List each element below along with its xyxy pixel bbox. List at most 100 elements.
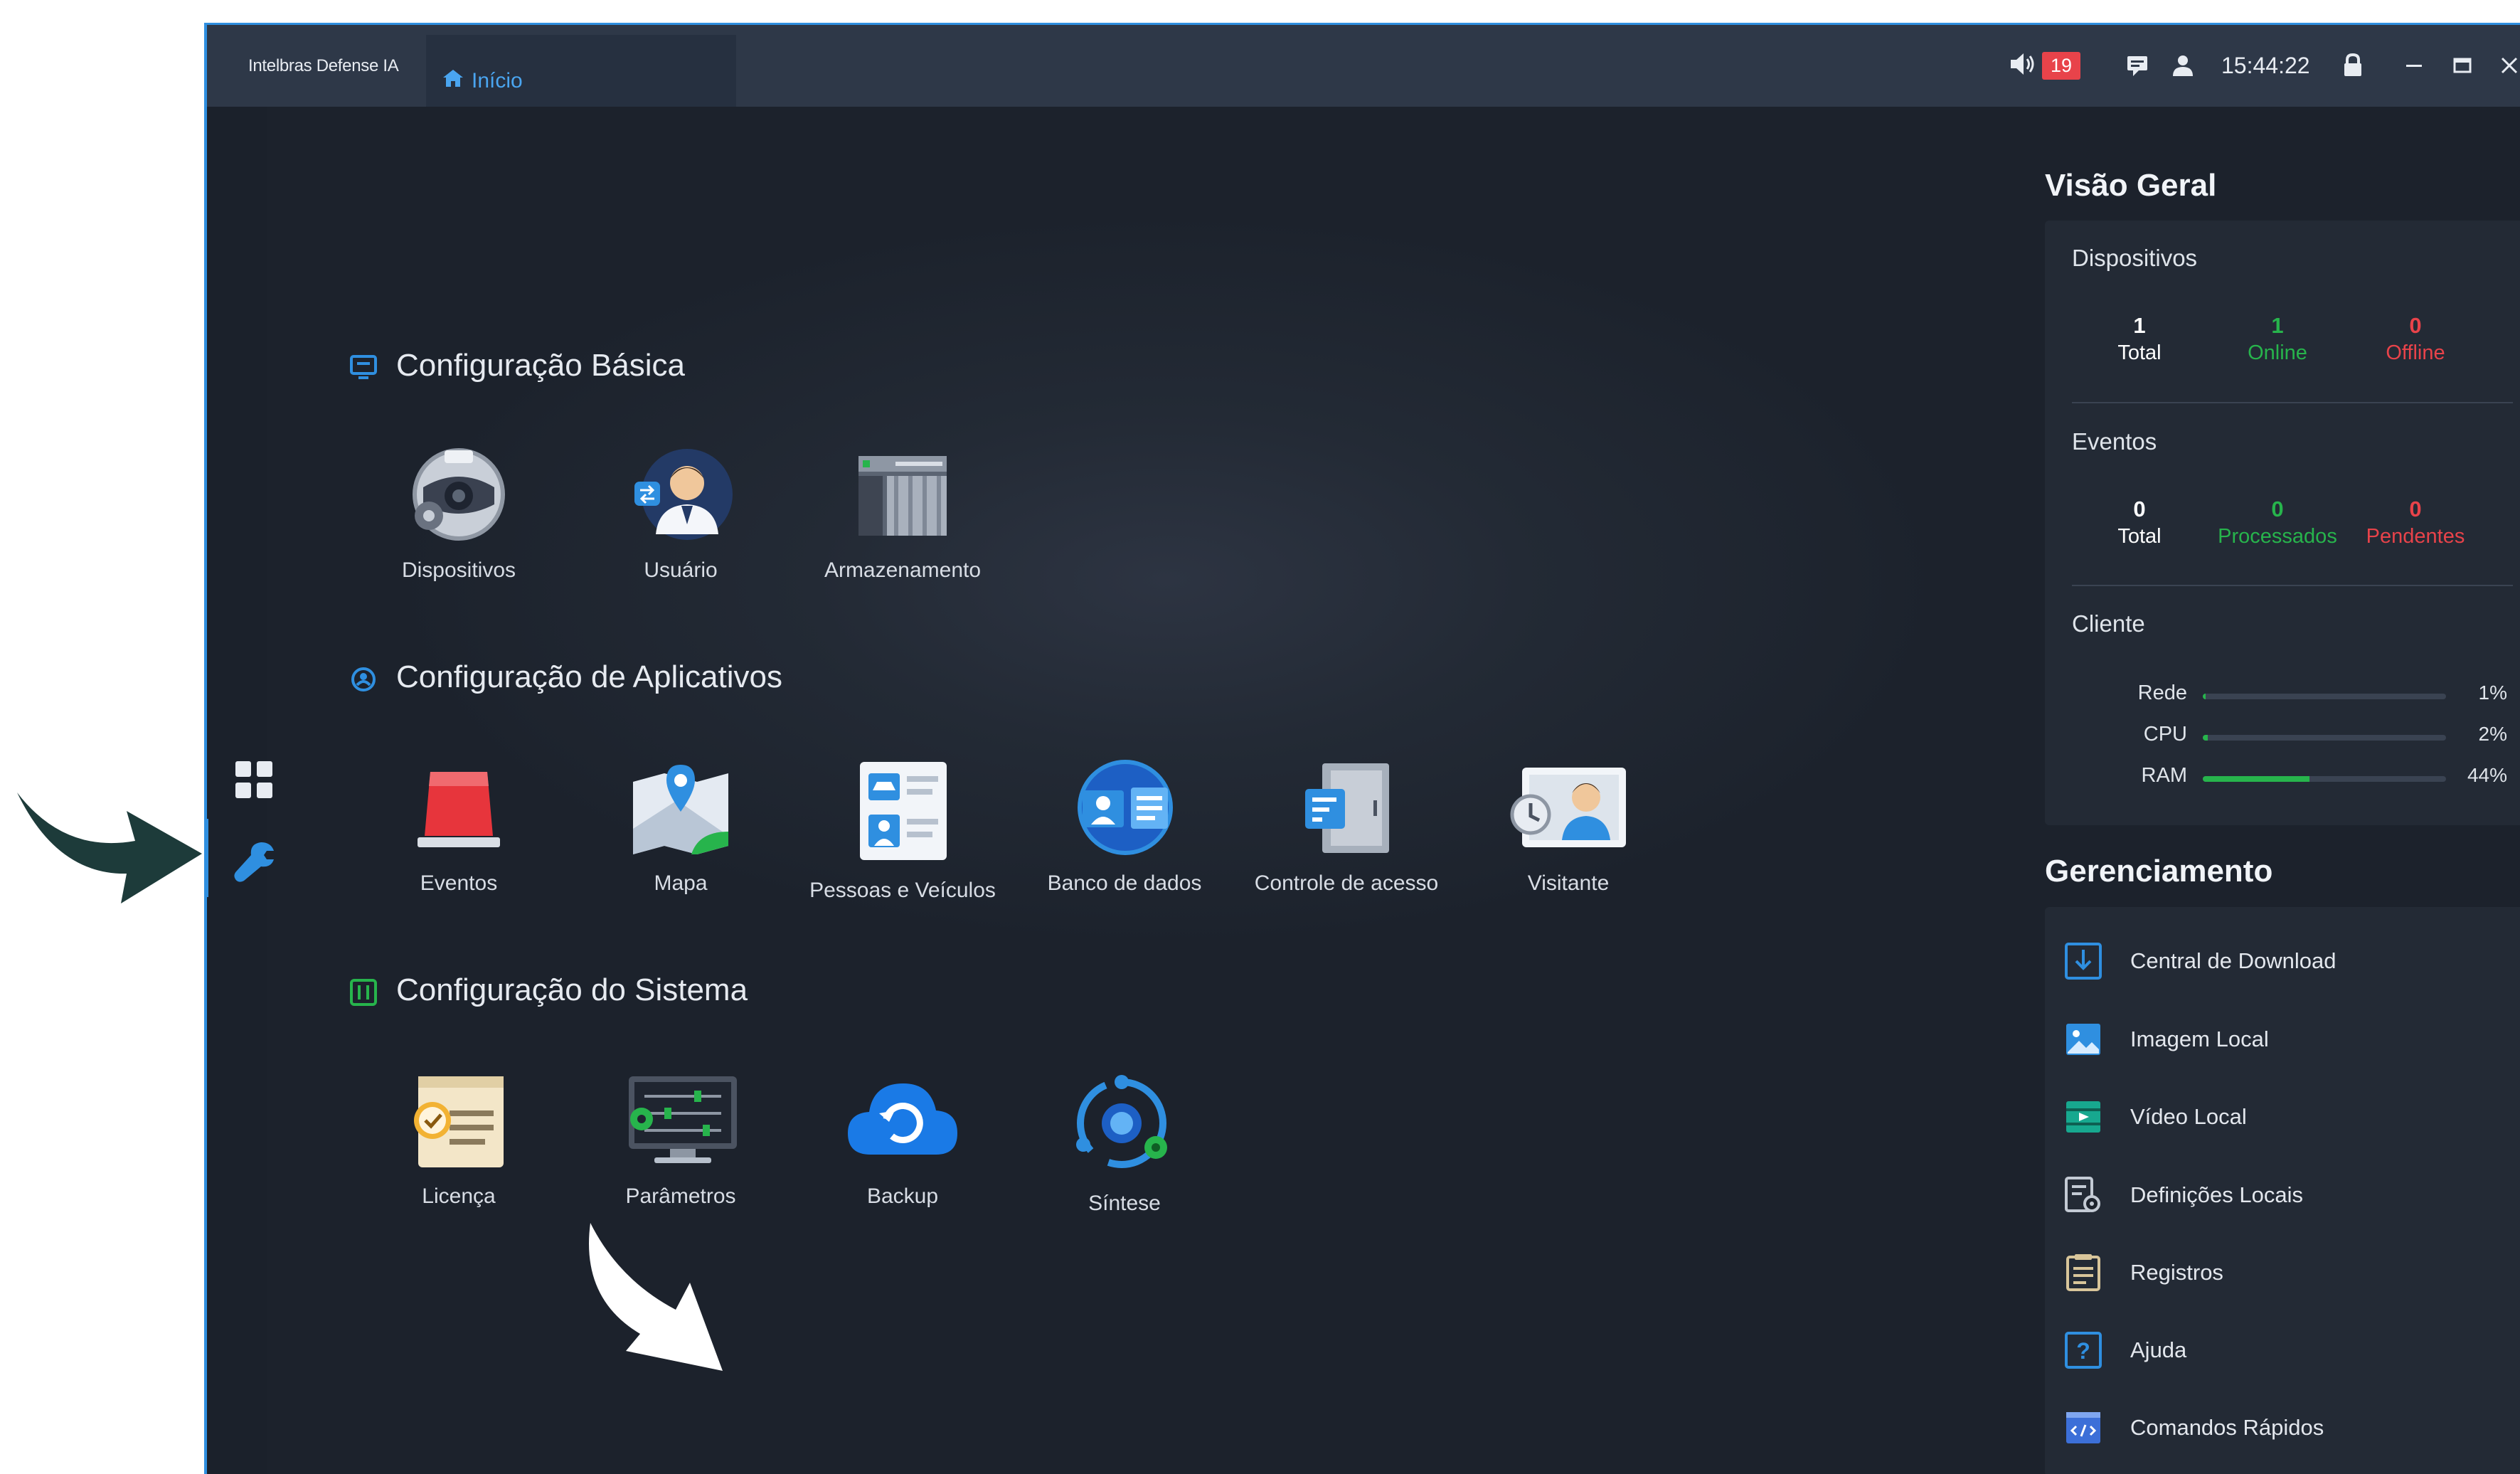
backup-cloud-icon [848, 1083, 957, 1155]
device-camera-icon [413, 448, 505, 541]
client-title: Cliente [2072, 610, 2145, 637]
meter-fill [2203, 735, 2208, 741]
tile-controle-acesso[interactable]: Controle de acesso [1240, 758, 1453, 896]
tile-label: Pessoas e Veículos [809, 879, 996, 902]
meter-ram: RAM 44% [2045, 764, 2520, 792]
meter-percent: 44% [2467, 764, 2507, 786]
tile-eventos[interactable]: Eventos [352, 758, 565, 896]
mgmt-item-local-video[interactable]: Vídeo Local [2045, 1091, 2486, 1141]
minimize-button[interactable] [2403, 48, 2425, 83]
visitor-icon [1510, 768, 1626, 847]
tile-label: Armazenamento [824, 558, 982, 582]
alarm-count-badge: 19 [2042, 51, 2081, 80]
mgmt-item-logs[interactable]: Registros [2045, 1247, 2486, 1297]
app-title: Intelbras Defense IA [248, 56, 399, 75]
tile-label: Controle de acesso [1254, 871, 1439, 895]
rail-config-button[interactable] [233, 839, 277, 887]
meter-label: RAM [2141, 764, 2187, 787]
user-account-icon [2173, 55, 2193, 76]
divider [2072, 585, 2513, 586]
help-icon: ? [2065, 1332, 2102, 1369]
storage-icon [858, 456, 947, 536]
mgmt-item-download[interactable]: Central de Download [2045, 935, 2486, 985]
user-icon [634, 449, 733, 540]
user-button[interactable] [2170, 48, 2196, 83]
tile-label: Mapa [654, 871, 708, 895]
speaker-icon [2008, 50, 2039, 82]
lock-button[interactable] [2341, 48, 2365, 83]
wrench-icon [234, 842, 274, 882]
tile-pessoas-veiculos[interactable]: Pessoas e Veículos [796, 758, 1009, 903]
tile-label: Backup [866, 1184, 939, 1208]
meter-track [2203, 735, 2446, 741]
overview-title: Visão Geral [2045, 168, 2217, 203]
database-face-icon [1078, 760, 1173, 855]
tile-label: Visitante [1527, 871, 1610, 895]
synthesis-icon [1076, 1075, 1167, 1168]
section-title-system: Configuração do Sistema [396, 972, 748, 1007]
management-title: Gerenciamento [2045, 854, 2273, 889]
meter-label: Rede [2137, 682, 2187, 704]
logs-icon [2066, 1254, 2100, 1291]
maximize-button[interactable] [2452, 48, 2473, 83]
devices-total: 1 Total [2117, 313, 2162, 364]
tile-label: Licença [422, 1184, 496, 1208]
mgmt-item-local-settings[interactable]: Definições Locais [2045, 1170, 2486, 1219]
tile-sintese[interactable]: Síntese [1018, 1071, 1231, 1216]
section-title-apps: Configuração de Aplicativos [396, 659, 782, 694]
parameters-icon [629, 1076, 737, 1163]
local-settings-icon [2065, 1177, 2100, 1212]
rail-apps-button[interactable] [234, 760, 275, 805]
license-icon [414, 1076, 504, 1167]
tile-dispositivos[interactable]: Dispositivos [352, 445, 565, 583]
overview-card: Dispositivos 1 Total 1 Online 0 Offline … [2045, 221, 2520, 825]
devices-offline: 0 Offline [2386, 313, 2445, 364]
tile-label: Síntese [1088, 1192, 1161, 1215]
meter-rede: Rede 1% [2045, 682, 2520, 710]
download-icon [2065, 943, 2102, 980]
system-clock: 15:44:22 [2221, 52, 2310, 78]
tile-mapa[interactable]: Mapa [574, 758, 787, 896]
divider [2072, 402, 2513, 403]
tile-label: Parâmetros [625, 1184, 736, 1208]
devices-title: Dispositivos [2072, 245, 2198, 271]
chat-button[interactable] [2125, 48, 2150, 83]
tile-banco-dados[interactable]: Banco de dados [1018, 758, 1231, 896]
meter-percent: 2% [2478, 723, 2507, 745]
map-icon [633, 765, 728, 854]
alarm-light-icon [418, 772, 500, 847]
close-button[interactable] [2499, 48, 2520, 83]
id-cards-icon [860, 762, 947, 860]
events-pending: 0 Pendentes [2366, 497, 2465, 548]
tile-licenca[interactable]: Licença [352, 1071, 565, 1209]
tile-label: Eventos [420, 871, 498, 895]
tile-backup[interactable]: Backup [796, 1071, 1009, 1209]
tab-home[interactable]: Início [426, 35, 736, 107]
tile-armazenamento[interactable]: Armazenamento [796, 445, 1009, 583]
annotation-arrow-left-icon [17, 792, 202, 903]
meter-fill [2203, 694, 2206, 699]
annotation-arrow-down-icon [589, 1223, 723, 1371]
tile-visitante[interactable]: Visitante [1462, 758, 1675, 896]
section-title-basic: Configuração Básica [396, 348, 686, 383]
overview-panel: Visão Geral Dispositivos 1 Total 1 Onlin… [2018, 107, 2520, 1474]
image-icon [2066, 1024, 2100, 1055]
mgmt-item-shortcuts[interactable]: Comandos Rápidos [2045, 1402, 2486, 1452]
mgmt-item-help[interactable]: ? Ajuda [2045, 1325, 2486, 1374]
video-icon [2066, 1101, 2100, 1133]
apps-grid-icon [235, 761, 272, 798]
system-icon [350, 979, 377, 1006]
chat-icon [2127, 56, 2147, 76]
monitor-icon [350, 355, 377, 379]
mgmt-item-local-image[interactable]: Imagem Local [2045, 1014, 2486, 1064]
events-total: 0 Total [2117, 497, 2162, 548]
tile-usuario[interactable]: Usuário [574, 445, 787, 583]
minimize-icon [2406, 65, 2422, 67]
meter-label: CPU [2143, 723, 2187, 746]
alarm-indicator[interactable]: 19 [2008, 48, 2081, 83]
meter-fill [2203, 776, 2310, 782]
svg-text:?: ? [2076, 1338, 2090, 1364]
events-title: Eventos [2072, 428, 2157, 455]
tile-parametros[interactable]: Parâmetros [574, 1071, 787, 1209]
access-door-icon [1305, 763, 1389, 853]
